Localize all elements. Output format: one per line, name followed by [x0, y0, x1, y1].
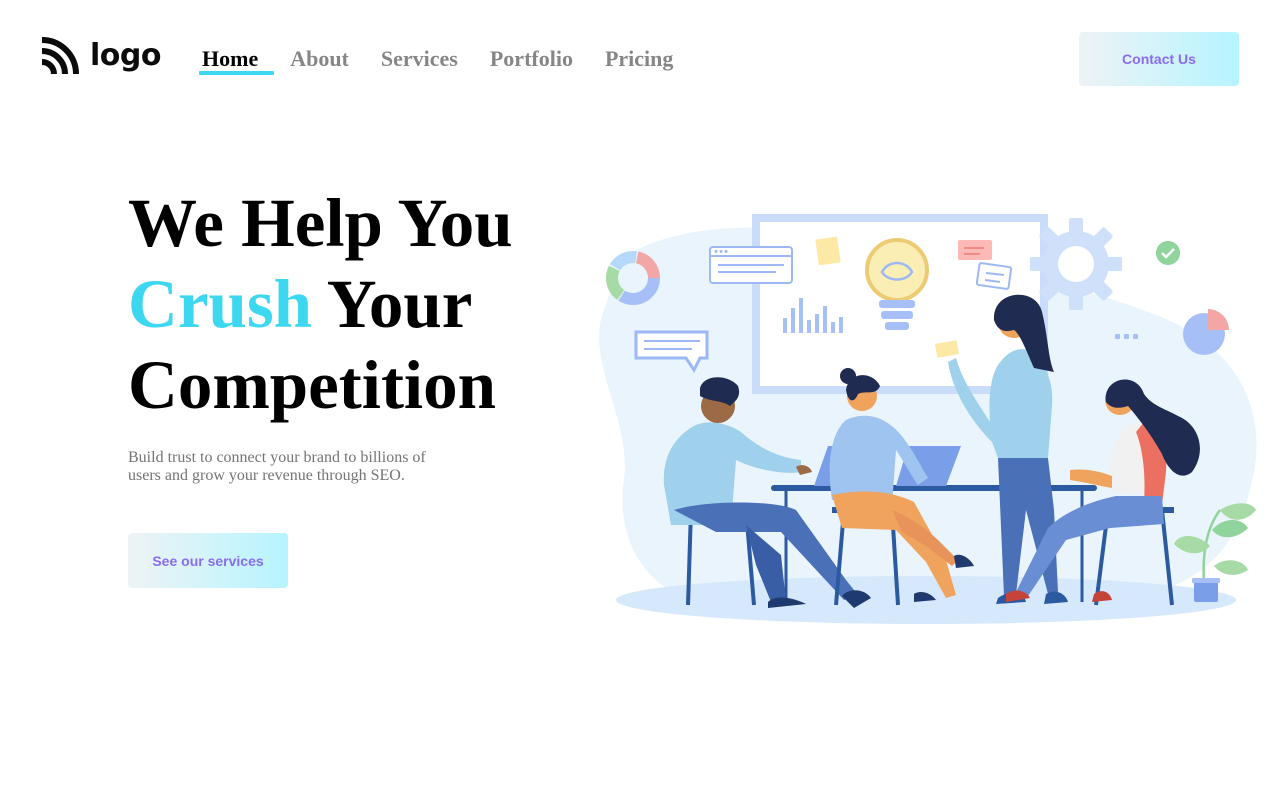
contact-us-button[interactable]: Contact Us — [1079, 32, 1239, 86]
hero-title-line-2: Crush Your — [128, 264, 513, 345]
main-nav: Home About Services Portfolio Pricing — [198, 44, 705, 75]
nav-portfolio[interactable]: Portfolio — [490, 44, 573, 74]
card-icon — [958, 240, 992, 260]
nav-services[interactable]: Services — [381, 44, 458, 74]
hero-title: We Help You Crush Your Competition — [128, 183, 513, 426]
hero-title-accent: Crush — [128, 266, 313, 342]
document-icon — [975, 262, 1013, 290]
nav-about[interactable]: About — [290, 44, 349, 74]
hero-title-line-1: We Help You — [128, 185, 513, 261]
hero-title-line-3: Competition — [128, 347, 496, 423]
sticky-note — [815, 236, 841, 266]
gear-icon — [1030, 218, 1122, 310]
logo[interactable]: logo — [40, 36, 161, 76]
dots-icon — [1115, 334, 1138, 339]
team-meeting-illustration — [599, 214, 1257, 624]
wifi-arcs-icon — [41, 37, 79, 75]
hero-subtitle: Build trust to connect your brand to bil… — [128, 449, 426, 484]
pie-chart-icon — [1183, 309, 1229, 355]
see-services-button[interactable]: See our services — [128, 533, 288, 588]
check-icon — [1156, 241, 1180, 265]
nav-pricing[interactable]: Pricing — [605, 44, 673, 74]
nav-home[interactable]: Home — [198, 44, 275, 75]
browser-window-icon — [709, 246, 793, 284]
logo-text: logo — [90, 38, 161, 73]
hero-title-line-2-rest: Your — [312, 266, 473, 342]
